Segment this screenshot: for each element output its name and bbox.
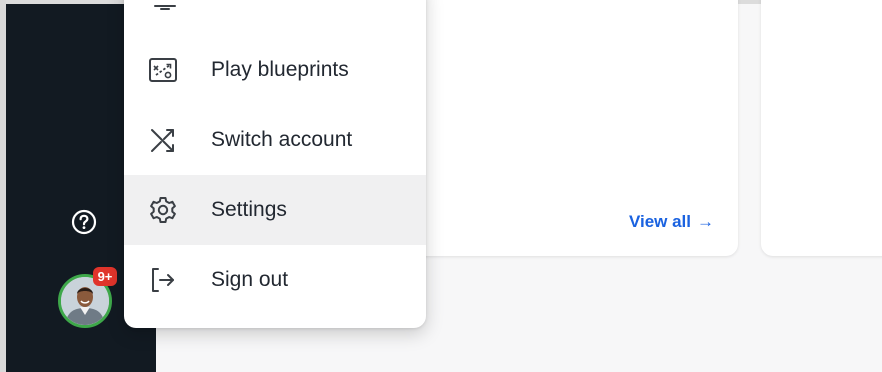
sign-out-icon [146, 263, 180, 297]
account-menu: Play blueprints Switch account Settings [124, 0, 426, 328]
partial-menu-icon [153, 0, 177, 18]
gear-icon [146, 193, 180, 227]
blueprint-icon [146, 53, 180, 87]
user-avatar-button[interactable]: 9+ [56, 267, 117, 332]
menu-item-label: Play blueprints [211, 58, 349, 81]
view-all-link[interactable]: View all → [629, 212, 714, 232]
content-card: View all → [380, 0, 738, 256]
menu-item-label: Switch account [211, 128, 353, 151]
menu-item-label: Settings [211, 198, 287, 221]
view-all-label: View all [628, 212, 691, 231]
menu-item-settings[interactable]: Settings [124, 175, 426, 245]
question-circle-icon [71, 209, 97, 235]
shuffle-icon [146, 123, 180, 157]
arrow-right-icon: → [697, 212, 714, 231]
content-card-secondary [761, 0, 882, 256]
menu-item-play-blueprints[interactable]: Play blueprints [124, 35, 426, 105]
menu-item-label: Sign out [211, 268, 289, 291]
menu-item-sign-out[interactable]: Sign out [124, 245, 426, 315]
notification-badge: 9+ [93, 267, 117, 286]
menu-item-switch-account[interactable]: Switch account [124, 105, 426, 175]
help-button[interactable] [68, 206, 100, 238]
